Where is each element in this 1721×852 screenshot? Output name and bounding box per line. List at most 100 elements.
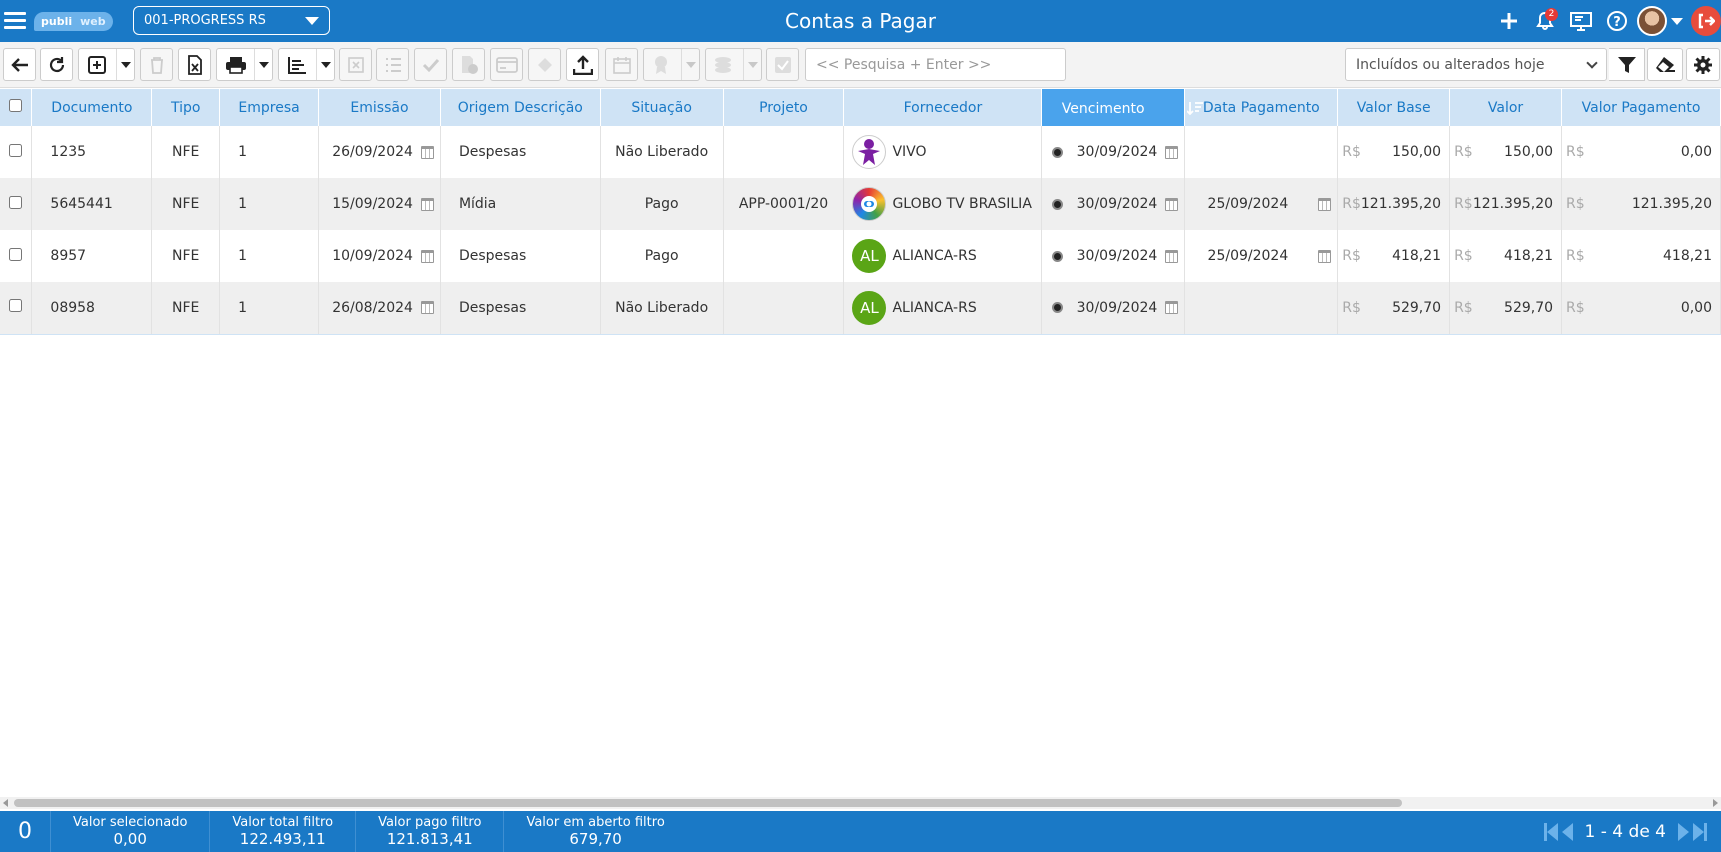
back-button[interactable] xyxy=(3,48,36,81)
table-row[interactable]: 8957 NFE 1 10/09/2024 Despesas Pago AL A… xyxy=(0,230,1721,282)
print-dropdown-icon[interactable] xyxy=(254,49,272,80)
stat-label: Valor total filtro xyxy=(232,815,334,830)
calendar-icon[interactable] xyxy=(1318,197,1332,211)
coins-dropdown-icon[interactable] xyxy=(743,49,761,80)
calendar-icon[interactable] xyxy=(1165,249,1179,263)
eraser-small-button[interactable] xyxy=(528,48,561,81)
pagination: 1 - 4 de 4 xyxy=(1543,811,1707,852)
print-button[interactable] xyxy=(216,48,273,81)
app-logo[interactable]: publi web xyxy=(34,8,113,34)
calendar-icon[interactable] xyxy=(420,197,434,211)
check-icon xyxy=(422,58,439,72)
cell-valor-pagamento: R$ 418,21 xyxy=(1561,230,1721,282)
chart-dropdown-icon[interactable] xyxy=(316,49,334,80)
table-row[interactable]: 1235 NFE 1 26/09/2024 Despesas Não Liber… xyxy=(0,126,1721,178)
cell-valor-pagamento: R$ 121.395,20 xyxy=(1561,178,1721,230)
add-button[interactable] xyxy=(78,48,135,81)
calendar-icon[interactable] xyxy=(420,145,434,159)
add-icon[interactable] xyxy=(1491,0,1527,42)
export-excel-button[interactable] xyxy=(178,48,211,81)
stat-label: Valor selecionado xyxy=(73,815,188,830)
excel-icon xyxy=(187,54,202,75)
column-header-situacao[interactable]: Situação xyxy=(600,89,724,126)
notifications-bell-icon[interactable]: 2 xyxy=(1527,0,1563,42)
approve-button[interactable] xyxy=(414,48,447,81)
caret-down-icon xyxy=(1671,17,1683,25)
previous-page-icon[interactable] xyxy=(1561,822,1573,841)
horizontal-scrollbar[interactable] xyxy=(0,797,1721,809)
select-all-checkbox[interactable] xyxy=(9,99,23,112)
column-header-tipo[interactable]: Tipo xyxy=(151,89,221,126)
row-checkbox[interactable] xyxy=(9,195,23,209)
card-button[interactable] xyxy=(490,48,523,81)
cell-data-pagamento xyxy=(1184,282,1339,335)
column-header-data-pagamento[interactable]: Data Pagamento xyxy=(1184,89,1339,126)
help-icon[interactable]: ? xyxy=(1599,0,1635,42)
column-header-fornecedor[interactable]: Fornecedor xyxy=(843,89,1043,126)
search-input[interactable] xyxy=(805,48,1066,81)
list-button[interactable] xyxy=(376,48,409,81)
supplier-initials-avatar: AL xyxy=(852,290,887,325)
column-header-valor-base[interactable]: Valor Base xyxy=(1337,89,1451,126)
last-page-icon[interactable] xyxy=(1693,822,1707,841)
filter-select[interactable]: Incluídos ou alterados hoje xyxy=(1345,48,1607,81)
coins-button[interactable] xyxy=(705,48,762,81)
stat-valor-em-aberto-filtro: Valor em aberto filtro 679,70 xyxy=(503,811,686,852)
currency-symbol: R$ xyxy=(1454,196,1473,212)
cell-origem: Mídia xyxy=(440,178,601,230)
calendar-icon[interactable] xyxy=(420,249,434,263)
column-header-projeto[interactable]: Projeto xyxy=(723,89,845,126)
footer-summary: 0 Valor selecionado 0,00 Valor total fil… xyxy=(0,811,1721,852)
first-page-icon[interactable] xyxy=(1543,822,1558,841)
column-header-documento[interactable]: Documento xyxy=(31,89,153,126)
column-header-vencimento[interactable]: Vencimento xyxy=(1041,89,1203,126)
cell-vencimento: 30/09/2024 xyxy=(1041,178,1186,230)
filter-select-value: Incluídos ou alterados hoje xyxy=(1356,56,1545,73)
settings-button[interactable] xyxy=(1686,48,1720,81)
menu-icon[interactable] xyxy=(4,8,26,34)
check-box-button[interactable] xyxy=(766,48,799,81)
cell-empresa: 1 xyxy=(219,126,319,178)
award-button[interactable] xyxy=(643,48,700,81)
supplier-name: GLOBO TV BRASILIA xyxy=(892,196,1032,212)
add-dropdown-icon[interactable] xyxy=(116,49,134,80)
row-checkbox[interactable] xyxy=(9,299,23,313)
row-checkbox[interactable] xyxy=(9,247,23,261)
user-menu[interactable] xyxy=(1635,0,1685,42)
upload-button[interactable] xyxy=(566,48,599,81)
column-header-origem[interactable]: Origem Descrição xyxy=(440,89,601,126)
next-page-icon[interactable] xyxy=(1678,822,1689,841)
logout-button[interactable] xyxy=(1685,0,1721,42)
filter-button[interactable] xyxy=(1609,48,1645,81)
cell-data-pagamento: 25/09/2024 xyxy=(1184,178,1339,230)
bar-chart-icon xyxy=(288,56,306,74)
column-header-emissao[interactable]: Emissão xyxy=(318,89,441,126)
document-money-button[interactable] xyxy=(452,48,485,81)
column-header-valor-pagamento[interactable]: Valor Pagamento xyxy=(1561,89,1721,126)
cell-origem: Despesas xyxy=(440,230,601,282)
table-row[interactable]: 5645441 NFE 1 15/09/2024 Mídia Pago APP-… xyxy=(0,178,1721,230)
scroll-right-icon[interactable] xyxy=(1713,799,1718,807)
scrollbar-thumb[interactable] xyxy=(14,799,1402,807)
calendar-button[interactable] xyxy=(605,48,638,81)
award-dropdown-icon[interactable] xyxy=(681,49,699,80)
row-checkbox[interactable] xyxy=(9,143,23,157)
cancel-button[interactable] xyxy=(339,48,372,81)
monitor-icon[interactable] xyxy=(1563,0,1599,42)
scroll-left-icon[interactable] xyxy=(3,799,8,807)
calendar-icon[interactable] xyxy=(1165,301,1179,315)
cell-vencimento-value: 30/09/2024 xyxy=(1076,196,1158,212)
clear-filter-button[interactable] xyxy=(1647,48,1683,81)
calendar-icon[interactable] xyxy=(1165,197,1179,211)
delete-button[interactable] xyxy=(140,48,173,81)
refresh-button[interactable] xyxy=(40,48,73,81)
table-row[interactable]: 08958 NFE 1 26/08/2024 Despesas Não Libe… xyxy=(0,282,1721,335)
calendar-icon[interactable] xyxy=(1165,145,1179,159)
company-select[interactable]: 001-PROGRESS RS xyxy=(133,6,330,35)
column-header-empresa[interactable]: Empresa xyxy=(219,89,319,126)
calendar-icon[interactable] xyxy=(1318,249,1332,263)
cell-valor-base: R$ 418,21 xyxy=(1337,230,1451,282)
column-header-valor[interactable]: Valor xyxy=(1449,89,1563,126)
calendar-icon[interactable] xyxy=(420,301,434,315)
chart-button[interactable] xyxy=(278,48,335,81)
